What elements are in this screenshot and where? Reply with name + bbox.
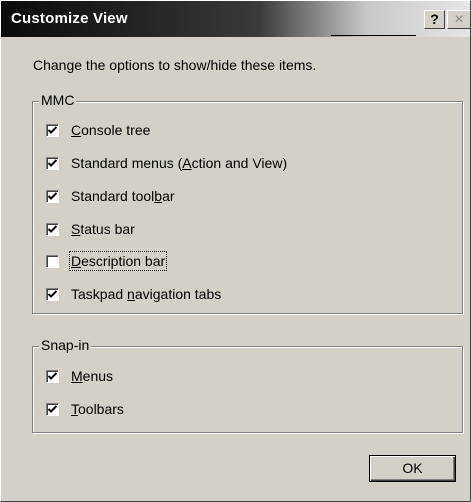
option-toolbars[interactable]: Toolbars — [46, 400, 124, 418]
option-label: Standard toolbar — [71, 188, 175, 204]
option-label: Toolbars — [71, 401, 124, 417]
checkbox[interactable] — [46, 222, 59, 236]
label-access-key: T — [71, 401, 78, 417]
checkmark-icon — [48, 404, 57, 413]
mmc-group: MMC Console tree Standard menus (Action … — [32, 92, 463, 314]
checkmark-icon — [48, 224, 57, 233]
label-suffix: ction and View) — [191, 155, 288, 171]
option-label: Description bar — [68, 251, 168, 271]
label-suffix: enus — [82, 368, 114, 384]
checkbox[interactable] — [46, 369, 59, 383]
intro-text: Change the options to show/hide these it… — [33, 57, 317, 73]
option-label: Status bar — [71, 221, 135, 237]
option-standard-toolbar[interactable]: Standard toolbar — [46, 187, 175, 205]
label-suffix: oolbars — [78, 401, 124, 417]
option-label: Console tree — [71, 122, 150, 138]
checkmark-icon — [48, 158, 57, 167]
option-menus[interactable]: Menus — [46, 367, 113, 385]
snapin-group: Snap-in Menus Toolbars — [32, 337, 463, 433]
customize-view-dialog: Customize View ? × Change the options to… — [0, 0, 471, 502]
option-label: Menus — [71, 368, 113, 384]
title-bar-line — [331, 35, 416, 36]
checkbox[interactable] — [46, 287, 59, 301]
label-prefix: Standard menus ( — [71, 155, 183, 171]
close-button[interactable]: × — [447, 10, 471, 29]
label-suffix: escription bar — [81, 253, 166, 269]
option-description-bar[interactable]: Description bar — [46, 251, 168, 271]
checkmark-icon — [48, 371, 57, 380]
label-access-key: n — [127, 286, 135, 302]
checkbox[interactable] — [46, 254, 59, 268]
checkbox[interactable] — [46, 189, 59, 203]
checkbox[interactable] — [46, 402, 59, 416]
label-access-key: M — [71, 368, 83, 384]
option-status-bar[interactable]: Status bar — [46, 220, 135, 238]
label-access-key: S — [71, 221, 81, 237]
help-button[interactable]: ? — [424, 10, 445, 29]
snapin-group-label: Snap-in — [39, 337, 92, 353]
label-prefix: Standard tool — [71, 188, 155, 204]
label-access-key: D — [71, 253, 82, 269]
label-prefix: Taskpad — [71, 286, 128, 302]
title-bar[interactable]: Customize View ? × — [1, 1, 471, 37]
label-suffix: onsole tree — [81, 122, 151, 138]
option-console-tree[interactable]: Console tree — [46, 121, 150, 139]
mmc-group-label: MMC — [39, 92, 77, 108]
label-access-key: b — [154, 188, 163, 204]
label-suffix: ar — [162, 188, 175, 204]
checkmark-icon — [48, 289, 57, 298]
option-taskpad-navigation-tabs[interactable]: Taskpad navigation tabs — [46, 285, 221, 303]
ok-button[interactable]: OK — [369, 455, 456, 482]
checkbox[interactable] — [46, 123, 59, 137]
label-suffix: tatus bar — [80, 221, 135, 237]
label-access-key: A — [182, 155, 192, 171]
option-label: Taskpad navigation tabs — [71, 286, 221, 302]
label-access-key: C — [71, 122, 82, 138]
checkmark-icon — [48, 125, 57, 134]
window-title: Customize View — [11, 10, 128, 27]
checkmark-icon — [48, 191, 57, 200]
label-suffix: avigation tabs — [134, 286, 222, 302]
checkbox[interactable] — [46, 156, 59, 170]
option-label: Standard menus (Action and View) — [71, 155, 287, 171]
option-standard-menus[interactable]: Standard menus (Action and View) — [46, 154, 287, 172]
